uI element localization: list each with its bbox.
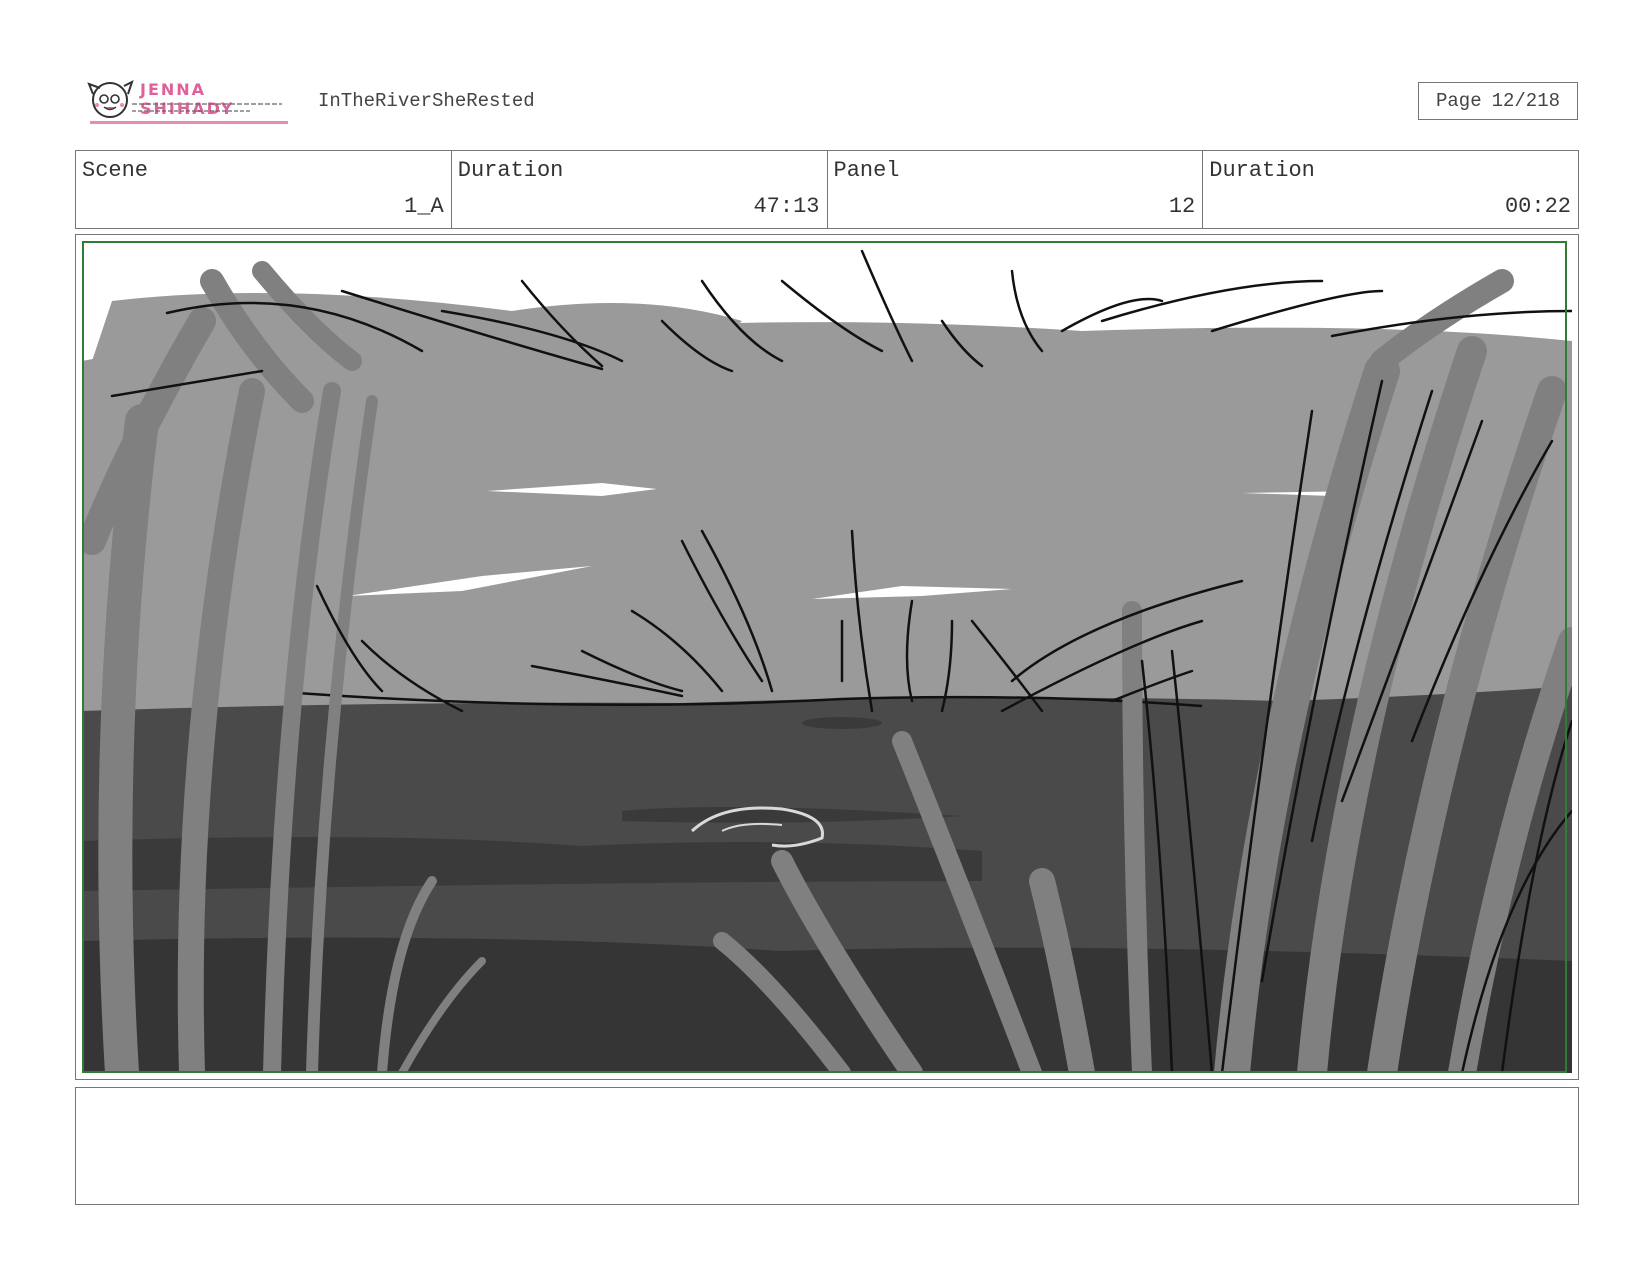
scene-duration-label: Duration (457, 158, 564, 183)
panel-duration-cell: Duration 00:22 (1203, 151, 1578, 228)
storyboard-panel (75, 234, 1579, 1080)
panel-duration-label: Duration (1209, 158, 1315, 183)
project-title: InTheRiverSheRested (318, 90, 535, 112)
panel-cell: Panel 12 (828, 151, 1204, 228)
logo-tagline-lines (132, 103, 282, 112)
page-indicator: Page 12/218 (1418, 82, 1578, 120)
character-face-icon (87, 80, 134, 118)
scene-value: 1_A (404, 194, 444, 219)
page-number: 12/218 (1491, 90, 1561, 112)
panel-info-table: Scene 1_A Duration 47:13 Panel 12 Durati… (75, 150, 1579, 229)
scene-duration-value: 47:13 (753, 194, 820, 219)
logo-underline (90, 121, 288, 124)
panel-label: Panel (833, 158, 900, 183)
studio-logo: JENNA SHIHADY (84, 76, 292, 126)
panel-artwork (82, 241, 1572, 1073)
page-label: Page (1435, 90, 1482, 112)
panel-duration-value: 00:22 (1504, 194, 1571, 219)
panel-value: 12 (1168, 194, 1196, 219)
scene-label: Scene (82, 158, 149, 183)
panel-notes-box[interactable] (75, 1087, 1579, 1205)
scene-duration-cell: Duration 47:13 (452, 151, 828, 228)
scene-cell: Scene 1_A (76, 151, 452, 228)
